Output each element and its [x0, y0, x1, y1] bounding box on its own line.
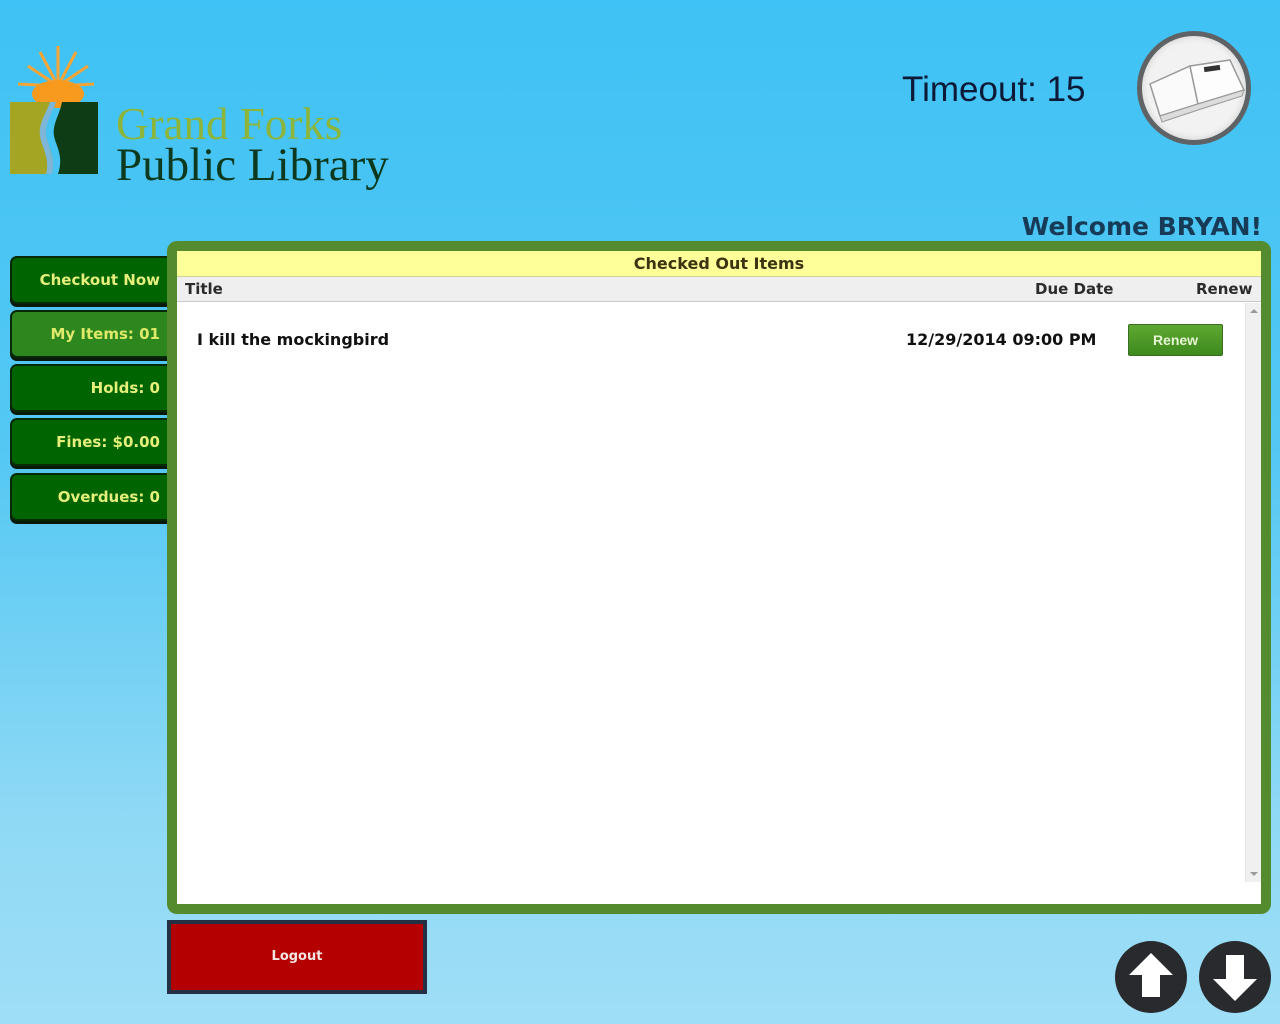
page-up-button[interactable] [1115, 941, 1187, 1013]
open-book-icon [1137, 31, 1251, 145]
column-header-due-date: Due Date [1035, 280, 1114, 298]
scroll-up-arrow-icon[interactable] [1250, 309, 1258, 313]
column-header-row: Title Due Date Renew [177, 277, 1261, 302]
welcome-message: Welcome BRYAN! [1021, 212, 1262, 241]
scroll-down-arrow-icon[interactable] [1250, 872, 1258, 876]
logout-button[interactable]: Logout [167, 920, 427, 994]
timeout-label: Timeout: 15 [902, 70, 1086, 109]
sidebar-item-checkout-now[interactable]: Checkout Now [10, 256, 180, 304]
logo-text-public-library: Public Library [116, 139, 389, 191]
library-logo: Grand Forks Public Library [6, 44, 406, 194]
page-down-button[interactable] [1199, 941, 1271, 1013]
item-title: I kill the mockingbird [197, 330, 390, 349]
column-header-title: Title [185, 280, 223, 298]
items-list[interactable]: I kill the mockingbird 12/29/2014 09:00 … [177, 303, 1261, 904]
sun-river-logo-icon [10, 46, 98, 174]
panel-title: Checked Out Items [177, 251, 1261, 277]
item-due-date: 12/29/2014 09:00 PM [906, 330, 1097, 349]
checked-out-items-panel: Checked Out Items Title Due Date Renew I… [167, 241, 1271, 914]
sidebar-item-overdues[interactable]: Overdues: 0 [10, 473, 180, 521]
table-row: I kill the mockingbird 12/29/2014 09:00 … [177, 321, 1245, 357]
arrow-down-icon [1213, 955, 1257, 1001]
vertical-scrollbar[interactable] [1245, 303, 1261, 882]
column-header-renew: Renew [1196, 280, 1253, 298]
sidebar-item-fines[interactable]: Fines: $0.00 [10, 418, 180, 466]
sidebar-item-holds[interactable]: Holds: 0 [10, 364, 180, 412]
panel-content: Checked Out Items Title Due Date Renew I… [177, 251, 1261, 904]
sidebar-item-my-items[interactable]: My Items: 01 [10, 310, 180, 358]
arrow-up-icon [1129, 953, 1173, 997]
renew-button[interactable]: Renew [1128, 324, 1223, 356]
